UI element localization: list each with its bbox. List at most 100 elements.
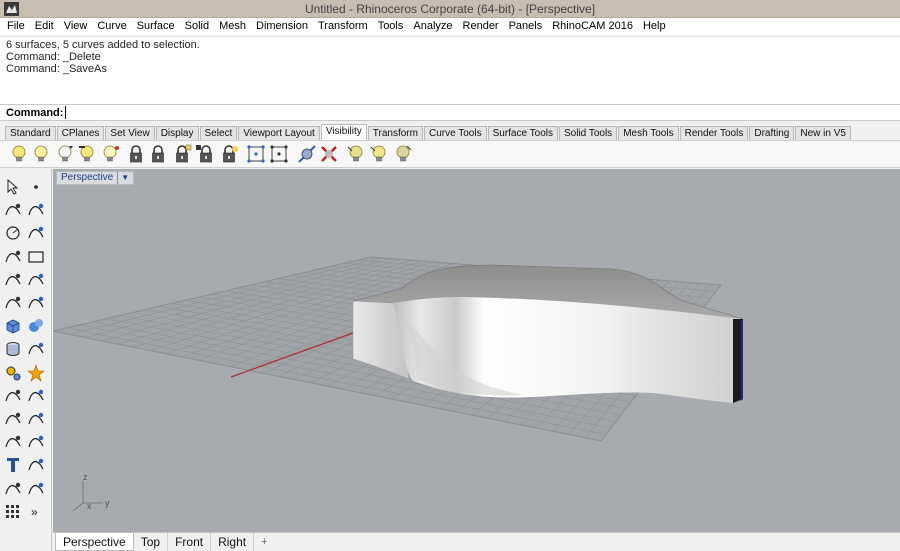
viewport-tab-top[interactable]: Top: [134, 533, 169, 551]
arc-icon[interactable]: [26, 270, 46, 290]
array-icon[interactable]: [26, 409, 46, 429]
hide-swap-icon[interactable]: [99, 143, 121, 165]
show-selected-icon[interactable]: [54, 143, 76, 165]
menu-item-edit[interactable]: Edit: [30, 18, 59, 35]
unlock-selected-icon[interactable]: [171, 143, 193, 165]
menu-item-view[interactable]: View: [59, 18, 93, 35]
unlock-objects-icon[interactable]: [147, 143, 169, 165]
menu-item-mesh[interactable]: Mesh: [214, 18, 251, 35]
lock-swap-icon[interactable]: [195, 143, 217, 165]
hide-edges-icon[interactable]: [318, 143, 340, 165]
fillet-icon[interactable]: [3, 432, 23, 452]
hexagon-icon[interactable]: [3, 270, 23, 290]
select-arrow-icon[interactable]: [3, 177, 23, 197]
command-history-line: 6 surfaces, 5 curves added to selection.: [6, 39, 200, 51]
lock-objects-icon[interactable]: [125, 143, 147, 165]
command-prompt-label: Command:: [6, 106, 64, 119]
show-lights-icon[interactable]: [345, 143, 367, 165]
toolbar-tab-viewport-layout[interactable]: Viewport Layout: [238, 126, 320, 140]
point-icon[interactable]: [26, 177, 46, 197]
rectangle-icon[interactable]: [26, 247, 46, 267]
toolbar-tab-cplanes[interactable]: CPlanes: [56, 126, 105, 140]
viewport-scene: z x y: [53, 256, 744, 512]
viewport-menu-caret-icon[interactable]: ▼: [117, 172, 129, 184]
hide-points-icon[interactable]: [268, 143, 290, 165]
visibility-toolbar: [0, 140, 900, 168]
toolbar-tab-select[interactable]: Select: [199, 126, 238, 140]
title-bar: Untitled - Rhinoceros Corporate (64-bit)…: [0, 0, 900, 18]
menu-item-panels[interactable]: Panels: [504, 18, 548, 35]
loft-icon[interactable]: [26, 293, 46, 313]
menu-item-tools[interactable]: Tools: [373, 18, 409, 35]
toolbar-tab-new-in-v5[interactable]: New in V5: [795, 126, 851, 140]
show-edges-icon[interactable]: [296, 143, 318, 165]
sphere-icon[interactable]: [26, 316, 46, 336]
mesh-icon[interactable]: [26, 339, 46, 359]
command-history-line: Command: _SaveAs: [6, 63, 107, 75]
command-line: Command:: [0, 104, 900, 121]
menu-item-file[interactable]: File: [2, 18, 30, 35]
dimension-icon[interactable]: [3, 386, 23, 406]
offset-icon[interactable]: [26, 432, 46, 452]
viewport-tab-perspective[interactable]: Perspective: [55, 533, 134, 551]
menu-item-help[interactable]: Help: [638, 18, 671, 35]
toolbar-tab-standard[interactable]: Standard: [5, 126, 56, 140]
hide-objects-icon[interactable]: [30, 143, 52, 165]
menu-item-rhinocam-2016[interactable]: RhinoCAM 2016: [547, 18, 638, 35]
menu-item-surface[interactable]: Surface: [132, 18, 180, 35]
surface-icon[interactable]: [3, 293, 23, 313]
explode-icon[interactable]: [26, 363, 46, 383]
polygon-icon[interactable]: [3, 247, 23, 267]
viewport-tab-front[interactable]: Front: [168, 533, 212, 551]
menu-item-transform[interactable]: Transform: [313, 18, 373, 35]
command-history-line: Command: _Delete: [6, 51, 101, 63]
menu-item-dimension[interactable]: Dimension: [251, 18, 313, 35]
lock-swap-alt-icon[interactable]: [218, 143, 240, 165]
toolbar-tab-curve-tools[interactable]: Curve Tools: [423, 126, 487, 140]
axis-label-x: x: [87, 501, 92, 511]
toolbar-tabs: Standard CPlanes Set View Display Select View…: [0, 123, 900, 140]
menu-item-analyze[interactable]: Analyze: [408, 18, 457, 35]
lights-swap-icon[interactable]: [392, 143, 414, 165]
box-icon[interactable]: [3, 316, 23, 336]
toolbar-tab-surface-tools[interactable]: Surface Tools: [487, 126, 558, 140]
toolbar-tab-solid-tools[interactable]: Solid Tools: [559, 126, 618, 140]
split-icon[interactable]: [26, 386, 46, 406]
menu-item-curve[interactable]: Curve: [92, 18, 131, 35]
circle-icon[interactable]: [3, 223, 23, 243]
command-history: 6 surfaces, 5 curves added to selection.…: [0, 36, 900, 104]
add-viewport-tab-button[interactable]: +: [254, 533, 274, 551]
ellipse-icon[interactable]: [26, 223, 46, 243]
hide-lights-icon[interactable]: [368, 143, 390, 165]
polyline-icon[interactable]: [3, 200, 23, 220]
text-icon[interactable]: [3, 455, 23, 475]
toolbar-tab-render-tools[interactable]: Render Tools: [679, 126, 749, 140]
perspective-viewport[interactable]: z x y Perspective ▼: [53, 169, 900, 532]
swap-hidden-icon[interactable]: [76, 143, 98, 165]
command-input[interactable]: [65, 106, 466, 119]
svg-text:»: »: [31, 505, 38, 519]
cylinder-icon[interactable]: [3, 339, 23, 359]
show-points-icon[interactable]: [245, 143, 267, 165]
menu-item-solid[interactable]: Solid: [180, 18, 214, 35]
grid-snap-icon[interactable]: [3, 502, 23, 522]
boolean-icon[interactable]: [3, 409, 23, 429]
viewport-tab-right[interactable]: Right: [211, 533, 255, 551]
toolbar-tab-display[interactable]: Display: [155, 126, 199, 140]
group-icon[interactable]: [26, 479, 46, 499]
viewport-tabs: Perspective Top Front Right +: [53, 532, 900, 551]
move-icon[interactable]: [26, 455, 46, 475]
toolbar-tab-drafting[interactable]: Drafting: [749, 126, 795, 140]
block-icon[interactable]: [3, 479, 23, 499]
more-icon[interactable]: »: [26, 502, 46, 522]
toolbar-tab-transform[interactable]: Transform: [367, 126, 423, 140]
toolbar-tab-set-view[interactable]: Set View: [105, 126, 155, 140]
menu-item-render[interactable]: Render: [458, 18, 504, 35]
gear-icon[interactable]: [3, 363, 23, 383]
toolbar-tab-visibility[interactable]: Visibility: [320, 124, 367, 140]
show-objects-icon[interactable]: [8, 143, 30, 165]
curve-icon[interactable]: [26, 200, 46, 220]
viewport-title[interactable]: Perspective ▼: [56, 171, 135, 185]
window-title: Untitled - Rhinoceros Corporate (64-bit)…: [304, 2, 596, 16]
toolbar-tab-mesh-tools[interactable]: Mesh Tools: [618, 126, 679, 140]
